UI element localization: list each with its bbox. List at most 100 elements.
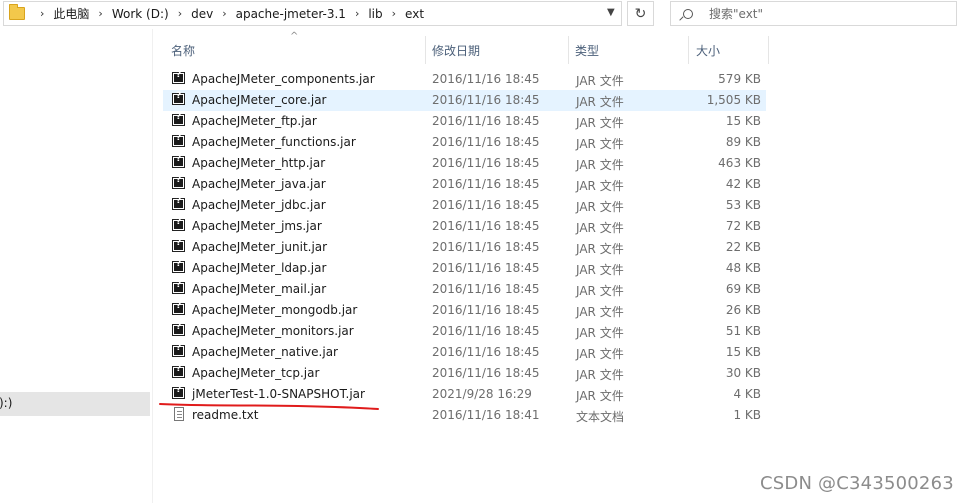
jar-file-icon: [172, 133, 185, 147]
file-type: JAR 文件: [576, 221, 624, 235]
file-name: ApacheJMeter_monitors.jar: [192, 324, 354, 338]
file-date: 2016/11/16 18:45: [432, 177, 540, 191]
file-row[interactable]: ApacheJMeter_ldap.jar 2016/11/16 18:45 J…: [163, 258, 766, 279]
file-size: 51 KB: [725, 324, 761, 338]
breadcrumb-item[interactable]: Work (D:): [112, 7, 169, 21]
column-header-size[interactable]: 大小: [689, 36, 769, 64]
red-underline-annotation: [159, 403, 379, 410]
chevron-right-icon[interactable]: ›: [98, 7, 102, 20]
search-box[interactable]: 搜索"ext": [670, 1, 957, 26]
chevron-right-icon[interactable]: ›: [392, 7, 396, 20]
breadcrumb-item[interactable]: dev: [191, 7, 213, 21]
file-size: 26 KB: [725, 303, 761, 317]
navigation-pane[interactable]: ):): [0, 29, 153, 503]
chevron-right-icon[interactable]: ›: [40, 7, 44, 20]
jar-file-icon: [172, 91, 185, 105]
file-date: 2016/11/16 18:41: [432, 408, 540, 422]
file-date: 2016/11/16 18:45: [432, 366, 540, 380]
refresh-icon: ↻: [634, 5, 647, 22]
file-name: ApacheJMeter_native.jar: [192, 345, 338, 359]
sort-ascending-icon: ^: [290, 31, 299, 42]
breadcrumb-item[interactable]: lib: [368, 7, 382, 21]
breadcrumb-item[interactable]: 此电脑: [53, 5, 89, 22]
file-date: 2016/11/16 18:45: [432, 303, 540, 317]
file-name: ApacheJMeter_ldap.jar: [192, 261, 327, 275]
file-date: 2021/9/28 16:29: [432, 387, 532, 401]
file-row[interactable]: ApacheJMeter_tcp.jar 2016/11/16 18:45 JA…: [163, 363, 766, 384]
column-header-date[interactable]: 修改日期: [426, 36, 569, 64]
file-type: 文本文档: [576, 410, 625, 424]
file-size: 579 KB: [718, 72, 761, 86]
jar-file-icon: [172, 112, 185, 126]
refresh-button[interactable]: ↻: [627, 1, 654, 26]
file-size: 69 KB: [725, 282, 761, 296]
file-date: 2016/11/16 18:45: [432, 240, 540, 254]
jar-file-icon: [172, 154, 185, 168]
file-row[interactable]: ApacheJMeter_native.jar 2016/11/16 18:45…: [163, 342, 766, 363]
file-type: JAR 文件: [576, 284, 624, 298]
file-name: ApacheJMeter_junit.jar: [192, 240, 328, 254]
file-name: ApacheJMeter_functions.jar: [192, 135, 356, 149]
column-header-label: 类型: [575, 43, 600, 58]
folder-icon: [9, 4, 25, 20]
jar-file-icon: [172, 280, 185, 294]
file-type: JAR 文件: [576, 263, 624, 277]
file-size: 72 KB: [725, 219, 761, 233]
jar-file-icon: [172, 196, 185, 210]
file-date: 2016/11/16 18:45: [432, 72, 540, 86]
column-header-label: 大小: [696, 43, 721, 58]
file-row[interactable]: ApacheJMeter_jdbc.jar 2016/11/16 18:45 J…: [163, 195, 766, 216]
file-date: 2016/11/16 18:45: [432, 93, 540, 107]
breadcrumb: › 此电脑 › Work (D:) › dev › apache-jmeter-…: [31, 5, 424, 22]
search-icon: [683, 8, 693, 19]
chevron-down-icon[interactable]: ▼: [607, 7, 615, 18]
file-type: JAR 文件: [576, 368, 624, 382]
top-bar: › 此电脑 › Work (D:) › dev › apache-jmeter-…: [0, 0, 957, 29]
file-row[interactable]: ApacheJMeter_ftp.jar 2016/11/16 18:45 JA…: [163, 111, 766, 132]
chevron-right-icon[interactable]: ›: [178, 7, 182, 20]
file-type: JAR 文件: [576, 116, 624, 130]
column-header-type[interactable]: 类型: [569, 36, 689, 64]
watermark: CSDN @C343500263: [760, 473, 954, 494]
file-name: ApacheJMeter_java.jar: [192, 177, 326, 191]
file-row[interactable]: ApacheJMeter_core.jar 2016/11/16 18:45 J…: [163, 90, 766, 111]
file-type: JAR 文件: [576, 95, 624, 109]
jar-file-icon: [172, 322, 185, 336]
file-size: 22 KB: [725, 240, 761, 254]
jar-file-icon: [172, 385, 185, 399]
file-name: ApacheJMeter_core.jar: [192, 93, 327, 107]
file-date: 2016/11/16 18:45: [432, 345, 540, 359]
file-row[interactable]: ApacheJMeter_java.jar 2016/11/16 18:45 J…: [163, 174, 766, 195]
file-name: ApacheJMeter_jms.jar: [192, 219, 322, 233]
address-bar[interactable]: › 此电脑 › Work (D:) › dev › apache-jmeter-…: [3, 1, 622, 26]
file-date: 2016/11/16 18:45: [432, 324, 540, 338]
nav-item-selected[interactable]: ):): [0, 392, 150, 416]
file-row[interactable]: ApacheJMeter_jms.jar 2016/11/16 18:45 JA…: [163, 216, 766, 237]
file-size: 1 KB: [733, 408, 761, 422]
file-row[interactable]: ApacheJMeter_monitors.jar 2016/11/16 18:…: [163, 321, 766, 342]
chevron-right-icon[interactable]: ›: [222, 7, 226, 20]
file-type: JAR 文件: [576, 200, 624, 214]
file-row[interactable]: ApacheJMeter_junit.jar 2016/11/16 18:45 …: [163, 237, 766, 258]
file-date: 2016/11/16 18:45: [432, 219, 540, 233]
file-row[interactable]: ApacheJMeter_http.jar 2016/11/16 18:45 J…: [163, 153, 766, 174]
file-row[interactable]: ApacheJMeter_mongodb.jar 2016/11/16 18:4…: [163, 300, 766, 321]
chevron-right-icon[interactable]: ›: [355, 7, 359, 20]
breadcrumb-item[interactable]: apache-jmeter-3.1: [236, 7, 346, 21]
file-row[interactable]: ApacheJMeter_functions.jar 2016/11/16 18…: [163, 132, 766, 153]
file-row[interactable]: ApacheJMeter_components.jar 2016/11/16 1…: [163, 69, 766, 90]
file-size: 53 KB: [725, 198, 761, 212]
file-size: 15 KB: [725, 114, 761, 128]
file-size: 4 KB: [733, 387, 761, 401]
file-date: 2016/11/16 18:45: [432, 135, 540, 149]
file-type: JAR 文件: [576, 347, 624, 361]
search-input[interactable]: 搜索"ext": [709, 5, 763, 22]
file-row[interactable]: ApacheJMeter_mail.jar 2016/11/16 18:45 J…: [163, 279, 766, 300]
file-type: JAR 文件: [576, 158, 624, 172]
breadcrumb-item[interactable]: ext: [405, 7, 424, 21]
file-date: 2016/11/16 18:45: [432, 114, 540, 128]
file-size: 15 KB: [725, 345, 761, 359]
file-name: ApacheJMeter_components.jar: [192, 72, 375, 86]
file-size: 89 KB: [725, 135, 761, 149]
file-size: 1,505 KB: [706, 93, 761, 107]
